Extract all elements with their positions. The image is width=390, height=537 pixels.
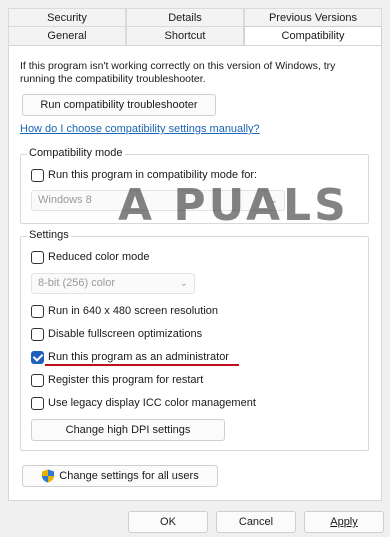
- compat-mode-label: Run this program in compatibility mode f…: [48, 169, 258, 181]
- compatibility-panel: If this program isn't working correctly …: [8, 45, 382, 501]
- change-all-users-button[interactable]: Change settings for all users: [22, 465, 218, 487]
- apply-label: Apply: [330, 516, 358, 528]
- compatibility-mode-group: Compatibility mode Run this program in c…: [20, 147, 369, 224]
- tab-row-top: Security Details Previous Versions: [8, 8, 382, 26]
- shield-icon: [41, 469, 55, 483]
- compatibility-mode-title: Compatibility mode: [27, 147, 125, 159]
- annotation-underline: [45, 364, 239, 366]
- legacy-icc-row[interactable]: Use legacy display ICC color management: [31, 395, 256, 411]
- tab-general[interactable]: General: [8, 26, 126, 45]
- color-depth-value: 8-bit (256) color: [38, 277, 116, 289]
- compat-mode-checkbox[interactable]: [31, 168, 44, 182]
- ok-button[interactable]: OK: [128, 511, 208, 533]
- settings-title: Settings: [27, 229, 71, 241]
- manual-settings-link[interactable]: How do I choose compatibility settings m…: [20, 123, 260, 135]
- res-640-label: Run in 640 x 480 screen resolution: [48, 305, 218, 317]
- tab-compatibility[interactable]: Compatibility: [244, 26, 382, 45]
- cancel-button[interactable]: Cancel: [216, 511, 296, 533]
- legacy-icc-label: Use legacy display ICC color management: [48, 397, 256, 409]
- settings-group: Settings Reduced color mode 8-bit (256) …: [20, 229, 369, 451]
- disable-fullscreen-row[interactable]: Disable fullscreen optimizations: [31, 326, 202, 342]
- run-troubleshooter-button[interactable]: Run compatibility troubleshooter: [22, 94, 216, 116]
- disable-fullscreen-label: Disable fullscreen optimizations: [48, 328, 203, 340]
- chevron-down-icon: ⌄: [179, 278, 188, 289]
- tab-details[interactable]: Details: [126, 8, 244, 26]
- run-admin-row[interactable]: Run this program as an administrator: [31, 349, 229, 365]
- reduced-color-label: Reduced color mode: [48, 251, 150, 263]
- reduced-color-row[interactable]: Reduced color mode: [31, 249, 150, 265]
- register-restart-checkbox[interactable]: [31, 373, 44, 387]
- disable-fullscreen-checkbox[interactable]: [31, 327, 44, 341]
- os-version-value: Windows 8: [38, 194, 92, 206]
- change-high-dpi-button[interactable]: Change high DPI settings: [31, 419, 225, 441]
- res-640-checkbox[interactable]: [31, 304, 44, 318]
- tab-shortcut[interactable]: Shortcut: [126, 26, 244, 45]
- compat-mode-row[interactable]: Run this program in compatibility mode f…: [31, 167, 257, 183]
- reduced-color-checkbox[interactable]: [31, 250, 44, 264]
- chevron-down-icon: ⌄: [269, 195, 278, 206]
- run-admin-checkbox[interactable]: [31, 350, 44, 364]
- os-version-select[interactable]: Windows 8 ⌄: [31, 190, 285, 211]
- run-admin-label: Run this program as an administrator: [48, 351, 229, 363]
- register-restart-row[interactable]: Register this program for restart: [31, 372, 203, 388]
- apply-button[interactable]: Apply: [304, 511, 384, 533]
- intro-text: If this program isn't working correctly …: [20, 60, 336, 85]
- tab-row-bottom: General Shortcut Compatibility: [8, 26, 382, 45]
- register-restart-label: Register this program for restart: [48, 374, 204, 386]
- tab-security[interactable]: Security: [8, 8, 126, 26]
- res-640-row[interactable]: Run in 640 x 480 screen resolution: [31, 303, 218, 319]
- legacy-icc-checkbox[interactable]: [31, 396, 44, 410]
- tab-previous-versions[interactable]: Previous Versions: [244, 8, 382, 26]
- change-all-users-label: Change settings for all users: [59, 470, 199, 482]
- color-depth-select[interactable]: 8-bit (256) color ⌄: [31, 273, 195, 294]
